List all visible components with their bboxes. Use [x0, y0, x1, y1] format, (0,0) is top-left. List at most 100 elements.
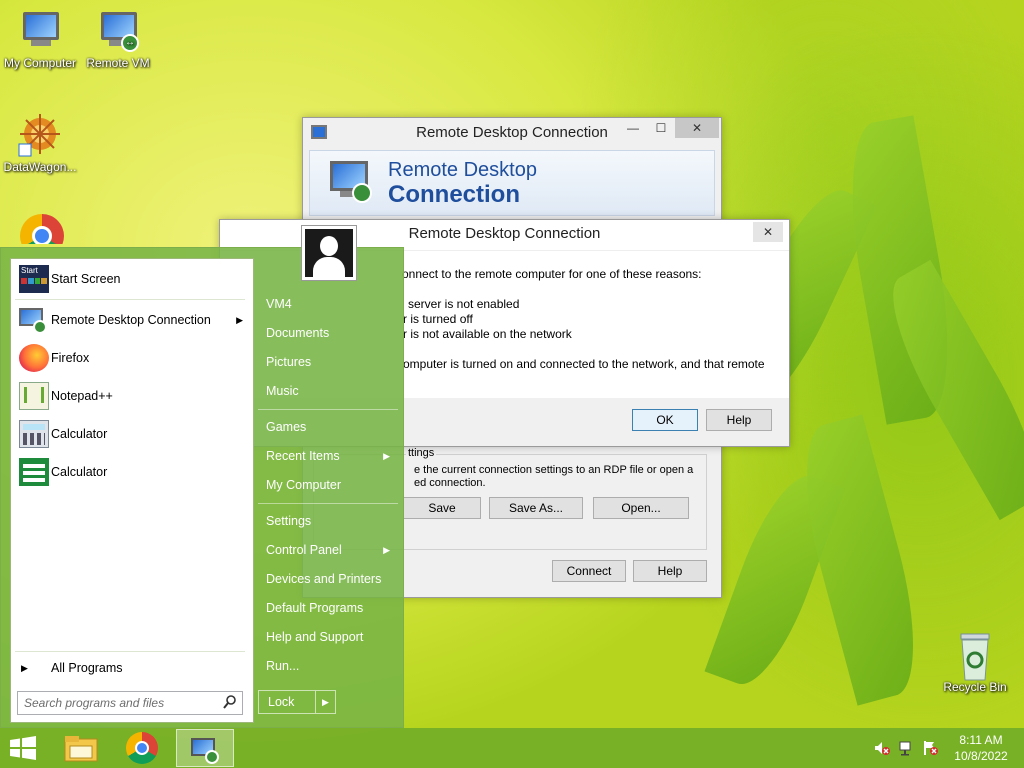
start-screen-icon: Start [19, 265, 49, 293]
start-right-separator [258, 503, 398, 504]
recycle-bin-icon [952, 632, 998, 681]
remote-desktop-icon [191, 736, 221, 764]
start-right-devices-printers[interactable]: Devices and Printers [266, 568, 396, 590]
close-button[interactable]: ✕ [753, 222, 783, 242]
save-as-button[interactable]: Save As... [489, 497, 583, 519]
error-line-4: r is not available on the network [403, 327, 572, 341]
start-right-vm4[interactable]: VM4 [266, 293, 396, 315]
start-menu-programs-pane: Start Start Screen Remote Desktop Connec… [10, 258, 254, 723]
program-label: Start Screen [51, 272, 121, 286]
datawagon-icon [17, 112, 63, 158]
settings-description-1: e the current connection settings to an … [414, 464, 694, 476]
error-line-5: omputer is turned on and connected to th… [403, 357, 765, 371]
all-programs-arrow-icon: ▶ [21, 663, 28, 673]
start-right-music[interactable]: Music [266, 380, 396, 402]
calculator-icon [19, 458, 49, 486]
action-center-icon[interactable] [922, 740, 938, 756]
search-input[interactable]: Search programs and files [17, 691, 243, 715]
program-start-screen[interactable]: Start Start Screen [15, 261, 251, 297]
rdp-banner-title-line2: Connection [388, 181, 520, 208]
start-right-pictures[interactable]: Pictures [266, 351, 396, 373]
close-button[interactable]: ✕ [675, 118, 719, 138]
start-right-documents[interactable]: Documents [266, 322, 396, 344]
desktop-icon-recycle-bin[interactable]: Recycle Bin [935, 632, 1015, 694]
remote-desktop-icon [19, 306, 49, 334]
program-label: Calculator [51, 465, 108, 479]
ok-button[interactable]: OK [632, 409, 698, 431]
notepadpp-icon [19, 382, 49, 410]
start-right-my-computer[interactable]: My Computer [266, 474, 396, 496]
start-button[interactable] [8, 736, 38, 760]
save-button[interactable]: Save [403, 497, 481, 519]
desktop-icon-my-computer[interactable]: My Computer [0, 8, 80, 70]
settings-group-label: ttings [406, 447, 437, 459]
start-right-games[interactable]: Games [266, 416, 396, 438]
programs-separator [15, 299, 245, 300]
rdp-banner: Remote Desktop Connection [309, 150, 715, 216]
programs-bottom-separator [15, 651, 245, 652]
help-button[interactable]: Help [706, 409, 772, 431]
taskbar-chrome[interactable] [126, 732, 160, 766]
help-button[interactable]: Help [633, 560, 707, 582]
desktop-icon-remote-vm[interactable]: ↔ Remote VM [78, 8, 158, 70]
desktop-icon-label: My Computer [3, 56, 77, 70]
start-right-control-panel[interactable]: Control Panel ▶ [266, 539, 396, 561]
start-right-run[interactable]: Run... [266, 655, 396, 677]
program-label: Notepad++ [51, 389, 113, 403]
program-notepadpp[interactable]: Notepad++ [15, 378, 251, 414]
lock-options-arrow-icon[interactable]: ▶ [315, 691, 335, 713]
all-programs[interactable]: ▶ All Programs [15, 657, 247, 679]
user-avatar-icon [305, 229, 353, 277]
rdp-main-title: Remote Desktop Connection [416, 124, 608, 141]
start-right-separator [258, 409, 398, 410]
program-calculator-2[interactable]: Calculator [15, 454, 251, 490]
error-line-2: server is not enabled [408, 297, 520, 311]
desktop-icon-label: DataWagon... [3, 160, 77, 174]
volume-muted-icon[interactable] [874, 740, 890, 756]
start-right-default-programs[interactable]: Default Programs [266, 597, 396, 619]
chrome-icon [126, 732, 158, 764]
clock-date: 10/8/2022 [954, 749, 1008, 763]
start-right-help-support[interactable]: Help and Support [266, 626, 396, 648]
taskbar-file-explorer[interactable] [62, 732, 100, 764]
submenu-arrow-icon: ▶ [383, 545, 390, 555]
program-label: Remote Desktop Connection [51, 313, 211, 327]
search-placeholder: Search programs and files [24, 696, 165, 710]
chrome-desktop-icon[interactable] [20, 214, 64, 244]
program-firefox[interactable]: Firefox [15, 340, 251, 376]
start-right-recent-items[interactable]: Recent Items ▶ [266, 445, 396, 467]
settings-description-2: ed connection. [414, 477, 486, 489]
program-remote-desktop[interactable]: Remote Desktop Connection ▶ [15, 302, 251, 338]
maximize-button[interactable]: ☐ [647, 118, 675, 138]
user-avatar[interactable] [301, 225, 357, 281]
open-button[interactable]: Open... [593, 497, 689, 519]
program-label: Calculator [51, 427, 108, 441]
search-icon [223, 694, 237, 713]
clock-time: 8:11 AM [959, 733, 1003, 747]
windows-logo-icon [10, 736, 36, 760]
rdp-app-icon [311, 125, 327, 139]
error-line-1: onnect to the remote computer for one of… [402, 267, 702, 281]
taskbar-clock[interactable]: 8:11 AM 10/8/2022 [948, 732, 1014, 764]
submenu-arrow-icon: ▶ [383, 451, 390, 461]
rdp-main-titlebar[interactable]: Remote Desktop Connection — ☐ ✕ [303, 118, 721, 148]
lock-button[interactable]: Lock ▶ [258, 690, 336, 714]
minimize-button[interactable]: — [619, 118, 647, 138]
desktop-icon-label: Recycle Bin [943, 680, 1007, 694]
rdp-banner-icon [328, 159, 376, 207]
error-dialog-title: Remote Desktop Connection [408, 225, 601, 242]
program-label: Firefox [51, 351, 90, 365]
program-calculator[interactable]: Calculator [15, 416, 251, 452]
error-line-3: r is turned off [403, 312, 473, 326]
remote-icon: ↔ [121, 34, 139, 52]
folder-icon [64, 736, 98, 762]
connect-button[interactable]: Connect [552, 560, 626, 582]
taskbar-remote-desktop[interactable] [176, 729, 234, 767]
submenu-arrow-icon: ▶ [236, 315, 243, 325]
desktop-icon-datawagon[interactable]: DataWagon... [0, 112, 80, 174]
start-right-settings[interactable]: Settings [266, 510, 396, 532]
calculator-icon [19, 420, 49, 448]
network-icon[interactable] [898, 740, 916, 756]
rdp-banner-title-line1: Remote Desktop [388, 159, 537, 181]
desktop-icon-label: Remote VM [86, 56, 150, 70]
